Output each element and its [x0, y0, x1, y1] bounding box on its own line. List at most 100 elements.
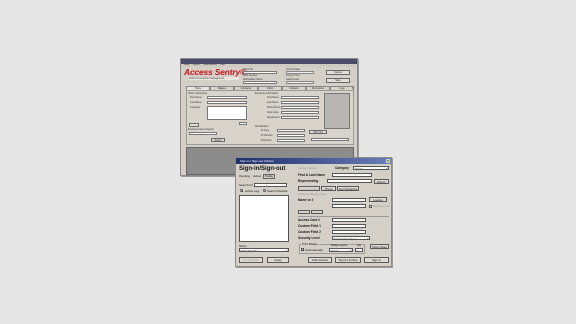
search-results-label: Search Results	[267, 188, 288, 193]
active-log-label: Active Log	[245, 188, 260, 193]
menu-item[interactable]: Help	[221, 64, 225, 66]
category-label: Category	[335, 166, 349, 170]
field-label: Dept Code	[267, 111, 279, 114]
active-log-radio[interactable]	[240, 189, 243, 192]
field-label: ID Number	[261, 134, 273, 137]
visitor-section-title: Visitor Information	[188, 92, 208, 95]
badge-layout-select[interactable]: Visitor	[329, 247, 353, 252]
apply-button[interactable]: Apply	[267, 257, 289, 263]
dialog-separator	[298, 216, 389, 217]
show-more-button[interactable]: Show More	[370, 244, 389, 249]
header-field-label: Card Number	[243, 74, 258, 77]
menu-item[interactable]: Reports	[193, 64, 200, 66]
field-label: ID Type	[261, 129, 270, 132]
name-or-number-input[interactable]	[332, 198, 366, 202]
show-select[interactable]: Main Building	[239, 248, 289, 252]
print-badge-group-label: Print Badge	[301, 242, 319, 246]
optional-data-label: Optional (Reply) data	[298, 192, 327, 196]
send-email-label: Send E-mail	[373, 204, 390, 208]
field-label: First Name	[190, 96, 202, 99]
sign-out-button[interactable]: Sign Out	[309, 130, 327, 134]
cancel-button[interactable]: Cancel	[326, 70, 350, 75]
first-last-name-input[interactable]	[332, 173, 372, 177]
search-results-radio[interactable]	[263, 189, 266, 192]
guard-level-field	[286, 81, 314, 84]
id-type-field[interactable]	[277, 129, 305, 132]
print-badge-button[interactable]: Print Badge	[239, 257, 263, 263]
emp-last-name-field[interactable]	[281, 101, 319, 104]
category-select[interactable]: Visitor	[353, 166, 389, 170]
badge-number-field[interactable]	[311, 138, 349, 141]
menu-item[interactable]: Guest Services	[203, 64, 217, 66]
custom-field-1-input[interactable]	[332, 224, 366, 228]
active-label[interactable]: Active	[253, 174, 261, 178]
representing-input[interactable]	[327, 179, 372, 183]
visitor-photo-placeholder	[324, 93, 350, 129]
representing-label: Representing	[298, 179, 319, 183]
custom-field-2-input[interactable]	[332, 230, 366, 234]
dialog-title: Sign-In / Sign-out Visitors	[240, 159, 274, 163]
header-right-label: Current Time	[286, 74, 300, 77]
field-label: Last Name	[267, 101, 279, 104]
save-button[interactable]: Save	[326, 78, 350, 83]
edit-button[interactable]: Edit	[298, 210, 310, 214]
emp-phone-field[interactable]	[281, 106, 319, 109]
send-email-checkbox[interactable]	[369, 204, 372, 208]
employee-section-title: Employee Information	[255, 92, 279, 95]
employee-search-field[interactable]	[189, 132, 217, 135]
identification-section-title: Identification	[255, 125, 269, 128]
select-button[interactable]	[189, 123, 199, 127]
sign-in-and-new-button[interactable]: Sign-in & New	[335, 257, 361, 263]
sign-in-dialog: Sign-In / Sign-out Visitors ✕ Sign-in/Si…	[235, 157, 392, 267]
field-label: Work Phone	[267, 106, 281, 109]
security-level-label: Security Level	[298, 236, 320, 240]
notes-field[interactable]	[239, 122, 247, 125]
close-icon[interactable]: ✕	[386, 159, 390, 163]
photo-button[interactable]: Photo	[321, 186, 336, 191]
field-label: Expiration	[261, 139, 272, 142]
name-or-number-label: Name or #	[298, 198, 314, 202]
employee-search-title: Employee Name Search	[188, 128, 214, 131]
get-signature-button[interactable]: Get Signature	[337, 186, 359, 191]
lookup-button[interactable]: Lookup	[369, 197, 387, 202]
security-level-select[interactable]: Escort Required	[332, 236, 370, 240]
sign-in-button[interactable]: Sign-in	[364, 257, 389, 263]
automatically-checkbox[interactable]: ✓	[301, 248, 305, 252]
automatically-label: Automatically	[305, 247, 323, 252]
first-name-field[interactable]	[207, 96, 247, 99]
search-button[interactable]: Search	[211, 138, 225, 142]
email-input[interactable]	[332, 204, 366, 208]
today-label[interactable]: Today	[263, 174, 276, 180]
emp-department-field[interactable]	[281, 116, 319, 119]
visitor-list-box[interactable]	[239, 195, 289, 242]
field-label: Last Name	[190, 101, 202, 104]
custom-field-1-label: Custom Field 1	[298, 224, 321, 228]
last-name-field[interactable]	[207, 101, 247, 104]
emp-first-name-field[interactable]	[281, 96, 319, 99]
workstation-field[interactable]	[243, 81, 277, 84]
delete-button[interactable]: Delete	[311, 210, 323, 214]
field-label: Department	[267, 116, 280, 119]
visitor-status-label: Visitor's Status	[298, 166, 318, 170]
logo-subtitle: Visitor & Contractor Management	[189, 77, 239, 80]
emp-dept-code-field[interactable]	[281, 111, 319, 114]
access-card-input[interactable]	[332, 218, 366, 222]
menu-item[interactable]: Setup	[184, 64, 189, 66]
id-number-field[interactable]	[277, 134, 305, 137]
field-label: Company	[190, 106, 201, 109]
field-label: First Name	[267, 96, 279, 99]
history-button[interactable]: History	[374, 179, 389, 184]
dialog-heading: Sign-in/Sign-out	[239, 166, 286, 172]
access-sentry-logo: Access Sentry®	[184, 67, 247, 77]
expiration-field[interactable]	[277, 139, 305, 142]
qty-input[interactable]: 1	[355, 247, 363, 252]
search-for-label: Search for	[239, 183, 253, 187]
add-another-button[interactable]: Add Another	[308, 257, 332, 263]
capture-photo-button[interactable]: Capture Photo	[298, 186, 320, 191]
company-field[interactable]	[207, 106, 247, 120]
pending-label[interactable]: Pending	[239, 174, 250, 178]
dialog-titlebar: Sign-In / Sign-out Visitors ✕	[236, 158, 391, 164]
first-last-name-label: First & Last Name	[298, 173, 326, 177]
search-for-input[interactable]	[254, 183, 287, 187]
access-card-label: Access Card #	[298, 218, 320, 222]
